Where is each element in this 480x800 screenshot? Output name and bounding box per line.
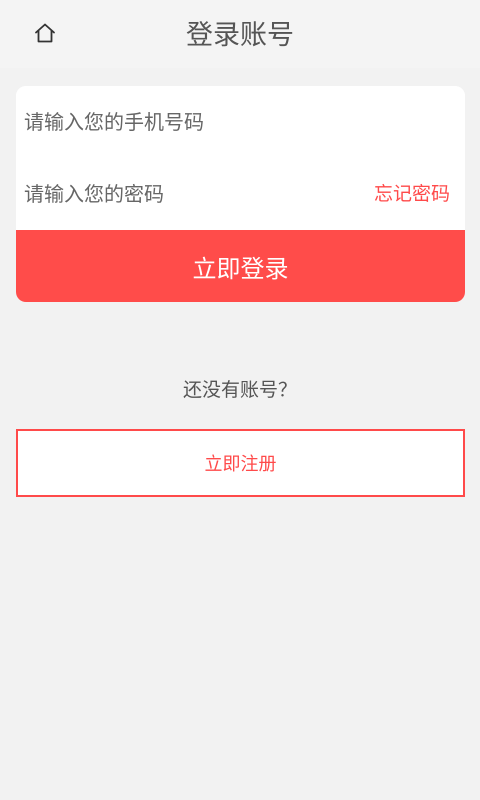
page-title: 登录账号 bbox=[186, 20, 294, 51]
no-account-prompt: 还没有账号？ bbox=[182, 379, 297, 401]
phone-input[interactable] bbox=[24, 86, 454, 158]
phone-row bbox=[16, 86, 465, 159]
password-input[interactable] bbox=[24, 158, 344, 230]
forgot-password-link[interactable]: 忘记密码 bbox=[374, 158, 450, 230]
login-button[interactable]: 立即登录 bbox=[16, 230, 465, 302]
header-bar: 登录账号 bbox=[0, 0, 480, 68]
password-row: 忘记密码 bbox=[16, 158, 465, 230]
login-card: 忘记密码 立即登录 bbox=[16, 86, 465, 302]
register-button[interactable]: 立即注册 bbox=[16, 429, 465, 497]
